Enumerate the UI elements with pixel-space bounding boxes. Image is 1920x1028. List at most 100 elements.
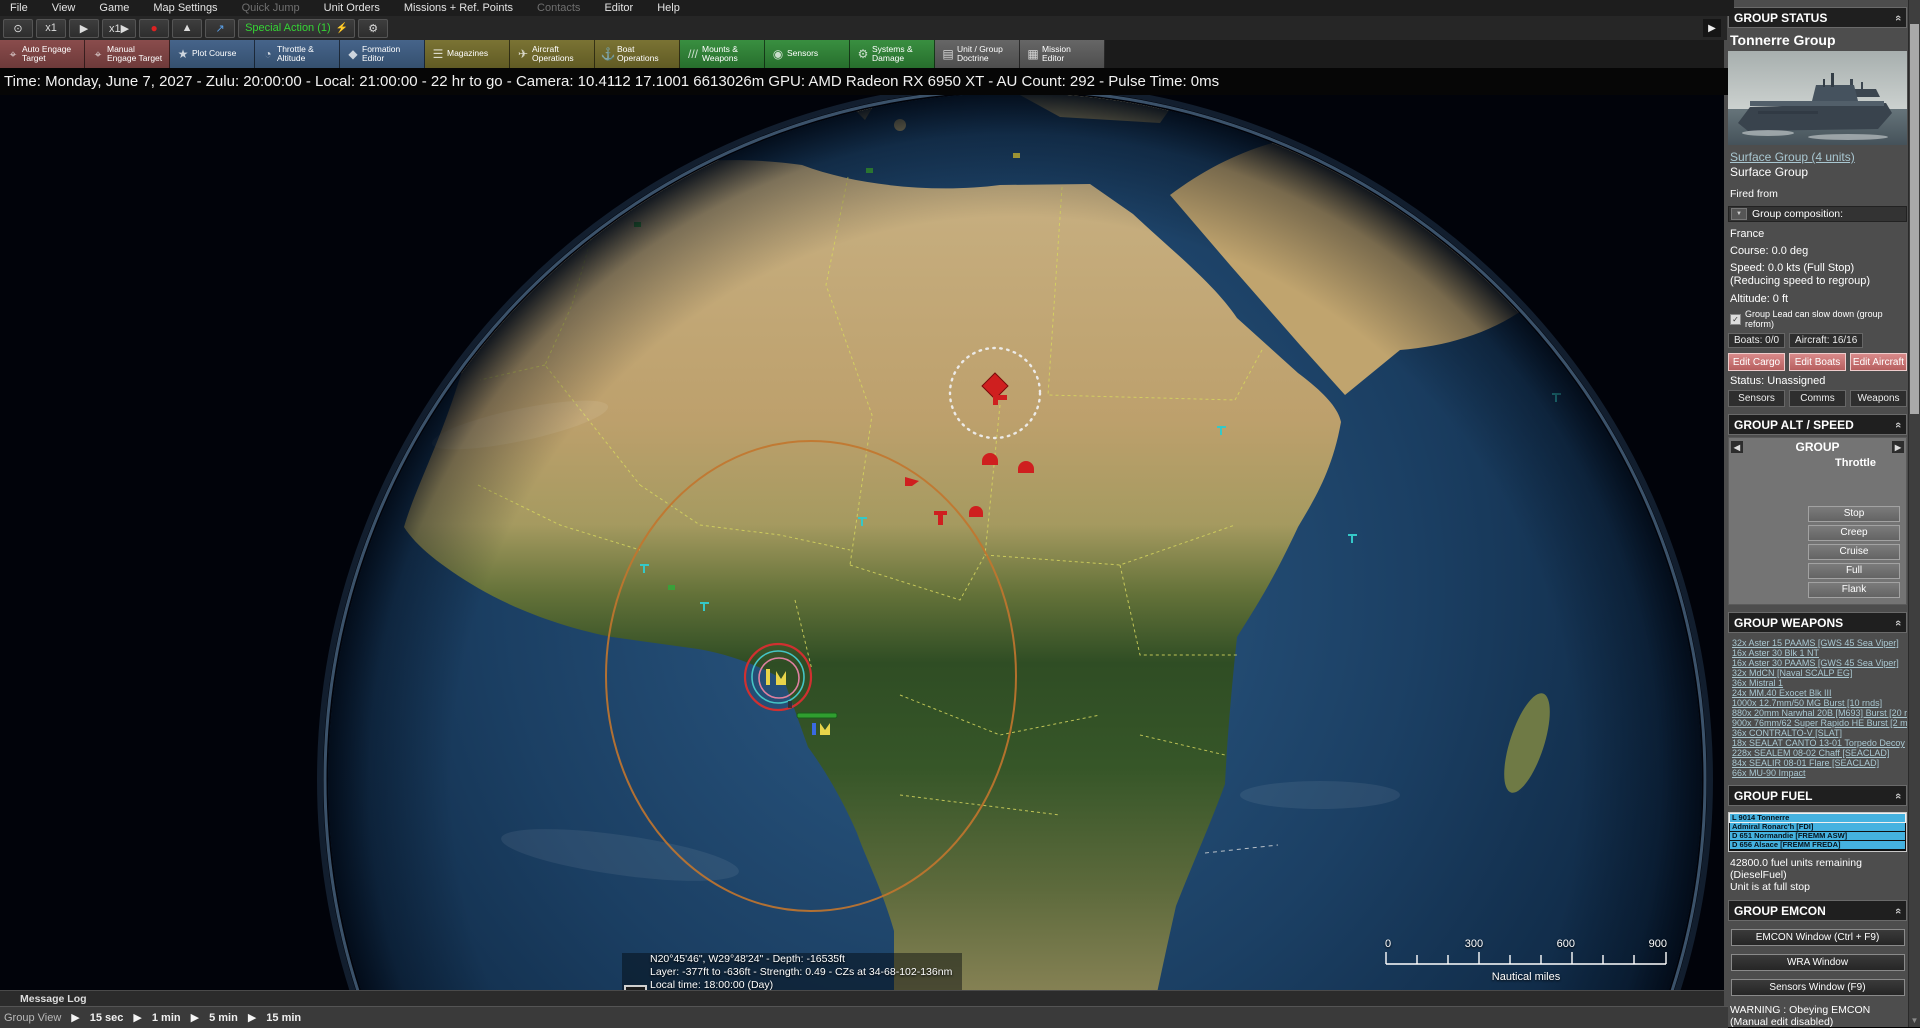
group-alt-speed-header[interactable]: GROUP ALT / SPEED« (1728, 414, 1907, 435)
group-status-sidebar: GROUP STATUS« Tonnerre Group Surface Gro… (1724, 0, 1920, 1027)
prev-group-arrow[interactable]: ◀ (1731, 441, 1743, 453)
map-view[interactable]: ↑ N20°45'46", W29°48'24" - Depth: -16535… (0, 95, 1724, 990)
jump-button[interactable]: ↗ (205, 19, 235, 38)
collapse-icon[interactable]: « (1892, 792, 1904, 798)
sidebar-scrollbar[interactable]: ▼ (1908, 0, 1920, 1027)
weapon-link[interactable]: 16x Aster 30 Blk 1 NT (1732, 648, 1907, 658)
settings-button[interactable]: ⚙ (358, 19, 388, 38)
special-action-button[interactable]: Special Action (1) ⚡ (238, 19, 355, 38)
sensors-button[interactable]: ◉Sensors (765, 40, 850, 68)
fuel-unit-row[interactable]: L 9014 Tonnerre (1730, 814, 1905, 822)
surface-group-link[interactable]: Surface Group (4 units) (1730, 150, 1907, 164)
menu-view[interactable]: View (52, 2, 76, 14)
boat-operations-button[interactable]: ⚓BoatOperations (595, 40, 680, 68)
fuel-unit-row[interactable]: D 656 Alsace [FREMM FREDA] (1730, 841, 1905, 849)
mission-editor-button[interactable]: ▦MissionEditor (1020, 40, 1105, 68)
throttle-icon: ◔ (259, 47, 277, 61)
plot-course-icon: ★ (174, 47, 192, 61)
scale-ticks (1385, 950, 1667, 965)
collapse-icon[interactable]: « (1892, 619, 1904, 625)
menu-file[interactable]: File (10, 2, 28, 14)
time-compression-label[interactable]: x1 (36, 19, 66, 38)
manual-engage-icon: ⌖ (89, 47, 107, 62)
time-step-1min[interactable]: ▶1 min (133, 1011, 180, 1024)
weapon-link[interactable]: 84x SEALIR 08-01 Flare [SEACLAD] (1732, 758, 1907, 768)
throttle-altitude-button[interactable]: ◔Throttle &Altitude (255, 40, 340, 68)
weapon-link[interactable]: 36x CONTRALTO-V [SLAT] (1732, 728, 1907, 738)
menu-map-settings[interactable]: Map Settings (153, 2, 217, 14)
sensors-tab-button[interactable]: Sensors (1728, 390, 1785, 407)
edit-boats-button[interactable]: Edit Boats (1789, 353, 1846, 371)
step-arrow-icon: ▶ (191, 1011, 199, 1024)
weapon-link[interactable]: 24x MM.40 Exocet Blk III (1732, 688, 1907, 698)
emcon-window-button[interactable]: EMCON Window (Ctrl + F9) (1731, 929, 1905, 946)
throttle-cruise-button[interactable]: Cruise (1808, 544, 1900, 560)
comms-tab-button[interactable]: Comms (1789, 390, 1846, 407)
capture-icon: ▲ (182, 22, 193, 34)
group-composition-dropdown[interactable]: ▼ Group composition: (1728, 206, 1907, 222)
unit-photo (1728, 51, 1907, 145)
view-mode-label: Group View (4, 1012, 61, 1024)
systems-damage-button[interactable]: ⚙Systems &Damage (850, 40, 935, 68)
group-fuel-header[interactable]: GROUP FUEL« (1728, 785, 1907, 806)
weapons-tab-button[interactable]: Weapons (1850, 390, 1907, 407)
weapon-link[interactable]: 880x 20mm Narwhal 20B [M693] Burst [20 r (1732, 708, 1907, 718)
aircraft-operations-button[interactable]: ✈AircraftOperations (510, 40, 595, 68)
throttle-creep-button[interactable]: Creep (1808, 525, 1900, 541)
group-weapons-header[interactable]: GROUP WEAPONS« (1728, 612, 1907, 633)
scrollbar-thumb[interactable] (1910, 24, 1919, 414)
mounts-weapons-button[interactable]: ///Mounts &Weapons (680, 40, 765, 68)
scrollbar-down-arrow[interactable]: ▼ (1909, 1016, 1920, 1025)
weapon-link[interactable]: 1000x 12.7mm/50 MG Burst [10 rnds] (1732, 698, 1907, 708)
auto-engage-target-button[interactable]: ⌖Auto EngageTarget (0, 40, 85, 68)
play-button[interactable]: ▶ (69, 19, 99, 38)
group-emcon-header[interactable]: GROUP EMCON« (1728, 900, 1907, 921)
group-lead-checkbox[interactable]: ✓ Group Lead can slow down (group reform… (1730, 309, 1907, 329)
collapse-icon[interactable]: « (1892, 14, 1904, 20)
menu-help[interactable]: Help (657, 2, 680, 14)
menu-quick-jump: Quick Jump (242, 2, 300, 14)
weapon-link[interactable]: 900x 76mm/62 Super Rapido HE Burst [2 m (1732, 718, 1907, 728)
weapon-link[interactable]: 18x SEALAT CANTO 13-01 Torpedo Decoy (1732, 738, 1907, 748)
weapon-link[interactable]: 32x Aster 15 PAAMS [GWS 45 Sea Viper] (1732, 638, 1907, 648)
time-step-5min[interactable]: ▶5 min (191, 1011, 238, 1024)
unit-group-doctrine-button[interactable]: ▤Unit / GroupDoctrine (935, 40, 1020, 68)
group-status-header[interactable]: GROUP STATUS« (1728, 7, 1907, 28)
plot-course-button[interactable]: ★Plot Course (170, 40, 255, 68)
throttle-flank-button[interactable]: Flank (1808, 582, 1900, 598)
next-group-arrow[interactable]: ▶ (1892, 441, 1904, 453)
throttle-stop-button[interactable]: Stop (1808, 506, 1900, 522)
aircraft-button[interactable]: Aircraft: 16/16 (1789, 333, 1863, 348)
menu-missions-ref-points[interactable]: Missions + Ref. Points (404, 2, 513, 14)
time-step-button[interactable]: x1▶ (102, 19, 136, 38)
manual-engage-target-button[interactable]: ⌖ManualEngage Target (85, 40, 170, 68)
weapon-link[interactable]: 228x SEALEM 08-02 Chaff [SEACLAD] (1732, 748, 1907, 758)
record-button[interactable]: ● (139, 19, 169, 38)
wra-window-button[interactable]: WRA Window (1731, 954, 1905, 971)
formation-editor-button[interactable]: ◆FormationEditor (340, 40, 425, 68)
weapon-link[interactable]: 16x Aster 30 PAAMS [GWS 45 Sea Viper] (1732, 658, 1907, 668)
weapon-link[interactable]: 36x Mistral 1 (1732, 678, 1907, 688)
menu-game[interactable]: Game (99, 2, 129, 14)
sidebar-flyout-arrow[interactable]: ▶ (1703, 19, 1721, 37)
time-step-15sec[interactable]: ▶15 sec (71, 1011, 123, 1024)
game-clock-button[interactable]: ⊙ (3, 19, 33, 38)
weapon-link[interactable]: 66x MU-90 Impact (1732, 768, 1907, 778)
fuel-unit-row[interactable]: D 651 Normandie [FREMM ASW] (1730, 832, 1905, 840)
capture-button[interactable]: ▲ (172, 19, 202, 38)
collapse-icon[interactable]: « (1892, 907, 1904, 913)
throttle-full-button[interactable]: Full (1808, 563, 1900, 579)
sensors-window-button[interactable]: Sensors Window (F9) (1731, 979, 1905, 996)
menu-unit-orders[interactable]: Unit Orders (324, 2, 380, 14)
edit-cargo-button[interactable]: Edit Cargo (1728, 353, 1785, 371)
edit-aircraft-button[interactable]: Edit Aircraft (1850, 353, 1907, 371)
message-log-bar[interactable]: Message Log (0, 990, 1724, 1006)
magazines-button[interactable]: ☰Magazines (425, 40, 510, 68)
collapse-icon[interactable]: « (1892, 421, 1904, 427)
menu-editor[interactable]: Editor (604, 2, 633, 14)
fuel-unit-row[interactable]: Admiral Ronarc'h [FDI] (1730, 823, 1905, 831)
time-step-15min[interactable]: ▶15 min (248, 1011, 301, 1024)
weapon-link[interactable]: 32x MdCN [Naval SCALP EG] (1732, 668, 1907, 678)
expand-message-log-button[interactable]: ↑ (624, 985, 647, 990)
boats-button[interactable]: Boats: 0/0 (1728, 333, 1785, 348)
